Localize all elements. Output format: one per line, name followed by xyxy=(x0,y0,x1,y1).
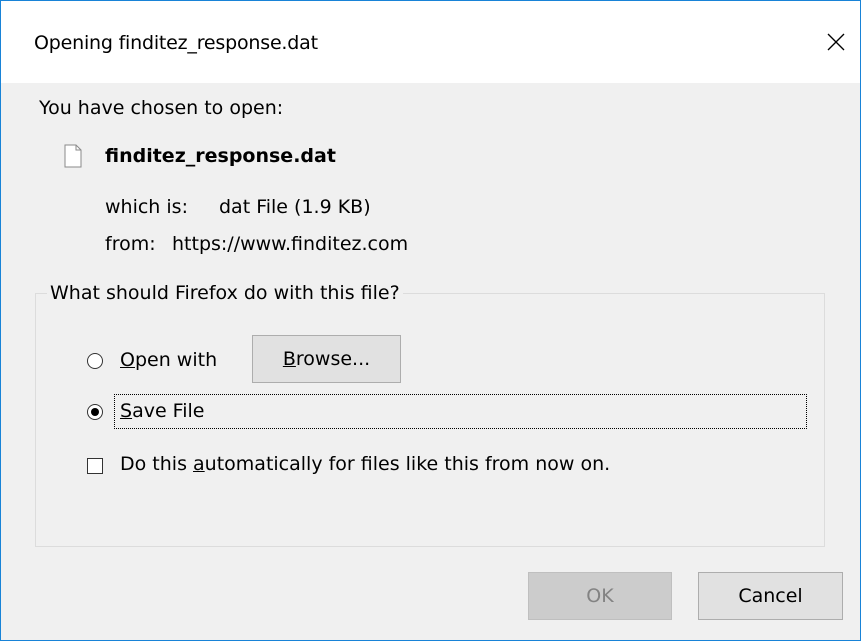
source-url: https://www.finditez.com xyxy=(172,233,409,255)
auto-action-label[interactable]: Do this automatically for files like thi… xyxy=(120,453,610,475)
title-bar: Opening finditez_response.dat xyxy=(1,1,860,83)
file-name: finditez_response.dat xyxy=(105,145,336,167)
intro-text: You have chosen to open: xyxy=(39,97,284,119)
focus-indicator xyxy=(114,394,807,429)
browse-button[interactable]: Browse... xyxy=(252,335,401,383)
open-with-radio[interactable] xyxy=(87,353,103,369)
save-file-label-rest: ave File xyxy=(132,400,205,422)
dialog-body: You have chosen to open: finditez_respon… xyxy=(1,83,860,640)
auto-action-label-before: Do this xyxy=(120,453,194,475)
browse-mnemonic: B xyxy=(282,348,296,370)
file-icon xyxy=(64,144,82,168)
save-file-label[interactable]: Save File xyxy=(120,400,204,422)
cancel-button[interactable]: Cancel xyxy=(698,572,843,620)
browse-label-rest: rowse... xyxy=(295,348,371,370)
auto-action-checkbox[interactable] xyxy=(87,458,103,474)
download-dialog: Opening finditez_response.dat You have c… xyxy=(0,0,861,641)
file-type-value: dat File (1.9 KB) xyxy=(219,196,371,218)
close-button[interactable] xyxy=(812,22,860,62)
window-title: Opening finditez_response.dat xyxy=(34,32,318,54)
open-with-label[interactable]: Open with xyxy=(120,349,217,371)
action-group-legend: What should Firefox do with this file? xyxy=(47,282,403,304)
save-file-radio[interactable] xyxy=(87,404,103,420)
open-with-label-rest: pen with xyxy=(134,349,218,371)
auto-action-label-after: utomatically for files like this from no… xyxy=(204,453,611,475)
open-with-mnemonic: O xyxy=(120,349,135,371)
file-type-label: which is: xyxy=(105,196,188,218)
close-icon xyxy=(827,33,845,51)
save-file-mnemonic: S xyxy=(120,400,133,422)
auto-action-mnemonic: a xyxy=(193,453,205,475)
ok-button[interactable]: OK xyxy=(528,572,672,620)
source-label: from: xyxy=(105,233,156,255)
